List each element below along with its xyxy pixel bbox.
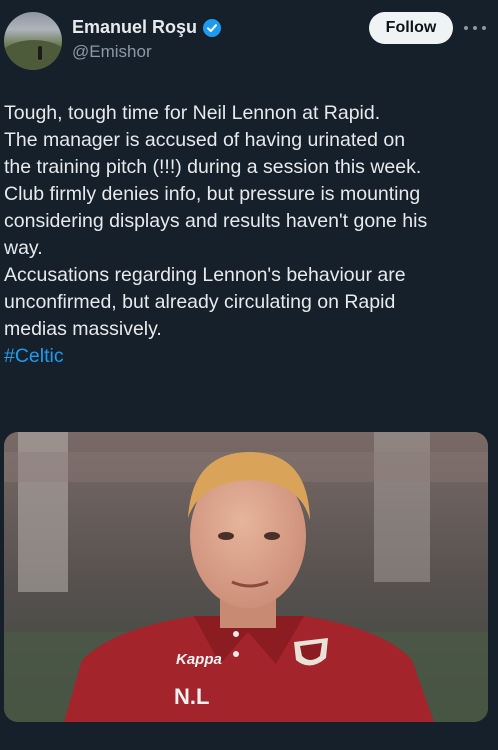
author-handle[interactable]: @Emishor xyxy=(72,42,152,62)
shirt-brand-logo: Kappa xyxy=(176,651,222,668)
tweet-line: medias massively. xyxy=(4,318,162,340)
tweet-line: The manager is accused of having urinate… xyxy=(4,129,406,151)
tweet-line: Club firmly denies info, but pressure is… xyxy=(4,183,421,205)
tweet-line: unconfirmed, but already circulating on … xyxy=(4,291,396,313)
more-options-icon[interactable] xyxy=(464,18,486,38)
tweet-media-photo[interactable]: Kappa N.L xyxy=(4,432,488,722)
avatar-person xyxy=(38,46,42,60)
shirt-initials: N.L xyxy=(174,684,209,709)
follow-button[interactable]: Follow xyxy=(369,12,453,44)
tweet-header: Emanuel Roşu @Emishor Follow xyxy=(0,0,498,80)
tweet-line: Accusations regarding Lennon's behaviour… xyxy=(4,264,406,286)
tweet-line: Tough, tough time for Neil Lennon at Rap… xyxy=(4,102,381,124)
tweet-line: considering displays and results haven't… xyxy=(4,210,428,232)
hashtag-link[interactable]: #Celtic xyxy=(4,345,64,367)
tweet-line: way. xyxy=(4,237,43,259)
avatar-hill xyxy=(4,40,62,70)
avatar[interactable] xyxy=(4,12,62,70)
tweet-line: the training pitch (!!!) during a sessio… xyxy=(4,156,422,178)
author-name-row: Emanuel Roşu xyxy=(72,17,222,38)
tweet-text: Tough, tough time for Neil Lennon at Rap… xyxy=(4,100,494,370)
author-display-name[interactable]: Emanuel Roşu xyxy=(72,17,197,38)
shirt-text-overlay: Kappa N.L xyxy=(174,651,222,709)
verified-badge-icon xyxy=(203,18,222,37)
